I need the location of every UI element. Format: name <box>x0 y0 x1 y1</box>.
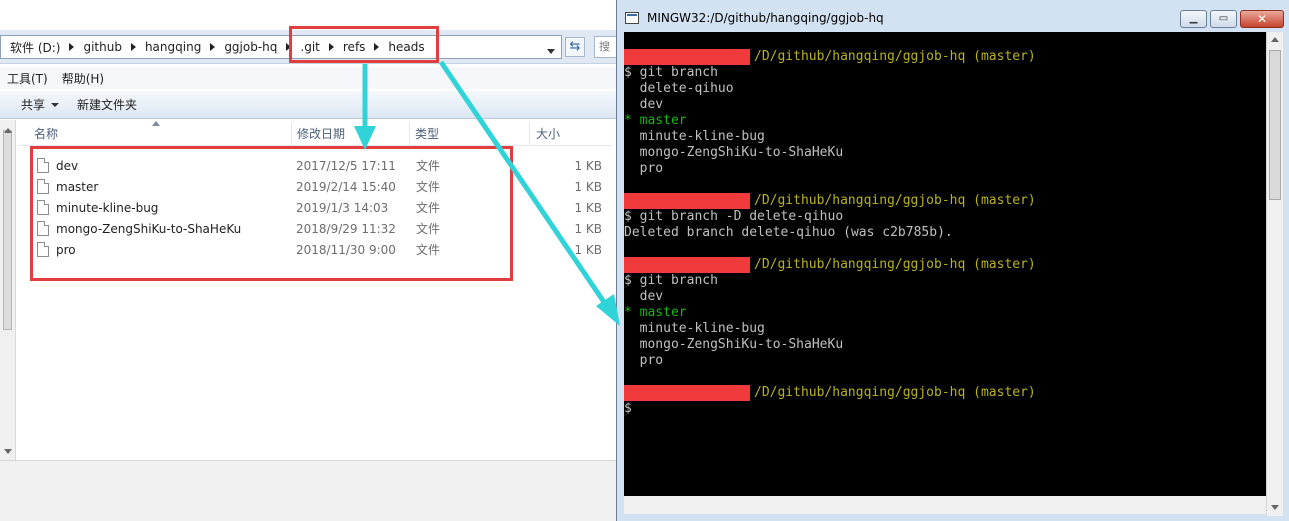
maximize-icon: ▭ <box>1218 13 1229 24</box>
details-pane <box>0 449 616 521</box>
scrollbar-thumb[interactable] <box>3 130 12 330</box>
address-bar[interactable]: 软件 (D:) github hangqing ggjob-hq .git re… <box>0 35 562 59</box>
file-size: 1 KB <box>574 179 602 194</box>
breadcrumb-separator-icon[interactable] <box>210 43 216 51</box>
scroll-up-icon[interactable] <box>4 128 12 133</box>
scroll-up-icon[interactable] <box>1271 37 1279 42</box>
redacted-username <box>624 385 750 401</box>
breadcrumb-ggjob-hq[interactable]: ggjob-hq <box>219 40 282 54</box>
highlight-box-files <box>30 146 513 281</box>
prompt-path: /D/github/hangqing/ggjob-hq (master) <box>754 193 1036 208</box>
navigation-pane-scrollbar[interactable] <box>0 120 16 460</box>
command-line: $ git branch -D delete-qihuo <box>624 209 844 224</box>
column-name-label: 名称 <box>34 127 59 141</box>
branch-line: pro <box>624 353 664 368</box>
column-header-row: 名称 修改日期 类型 大小 <box>18 121 612 146</box>
branch-line: mongo-ZengShiKu-to-ShaHeKu <box>624 337 844 352</box>
file-size: 1 KB <box>574 221 602 236</box>
prompt-path: /D/github/hangqing/ggjob-hq (master) <box>754 385 1036 400</box>
prompt-path: /D/github/hangqing/ggjob-hq (master) <box>754 257 1036 272</box>
file-size: 1 KB <box>574 158 602 173</box>
refresh-icon: ⇆ <box>569 39 581 54</box>
breadcrumb-hangqing[interactable]: hangqing <box>140 40 206 54</box>
prompt-path: /D/github/hangqing/ggjob-hq (master) <box>754 49 1036 64</box>
prompt-line: /D/github/hangqing/ggjob-hq (master) <box>624 193 1266 209</box>
window-controls: ▁ ▭ ✕ <box>1180 10 1284 28</box>
highlight-box-address <box>289 26 439 63</box>
redacted-username <box>624 257 750 273</box>
file-size: 1 KB <box>574 200 602 215</box>
sort-ascending-icon <box>152 121 160 126</box>
scrollbar-thumb[interactable] <box>1269 50 1281 200</box>
redacted-username <box>624 193 750 209</box>
menu-tools[interactable]: 工具(T) <box>0 70 55 87</box>
breadcrumb-separator-icon[interactable] <box>69 43 75 51</box>
terminal-window: MINGW32:/D/github/hangqing/ggjob-hq ▁ ▭ … <box>616 0 1289 521</box>
column-type-header[interactable]: 类型 <box>410 122 530 145</box>
terminal-title-bar[interactable]: MINGW32:/D/github/hangqing/ggjob-hq ▁ ▭ … <box>617 5 1289 31</box>
breadcrumb-github[interactable]: github <box>78 40 126 54</box>
terminal-app-icon <box>625 12 639 24</box>
breadcrumb-separator-icon[interactable] <box>130 43 136 51</box>
terminal-console[interactable]: /D/github/hangqing/ggjob-hq (master) $ g… <box>624 32 1266 496</box>
menu-help[interactable]: 帮助(H) <box>55 70 111 87</box>
column-name-header[interactable]: 名称 <box>18 121 292 145</box>
prompt-line: /D/github/hangqing/ggjob-hq (master) <box>624 257 1266 273</box>
address-dropdown-icon[interactable] <box>547 49 555 54</box>
redacted-username <box>624 49 750 65</box>
scroll-down-icon[interactable] <box>1271 505 1279 510</box>
output-line: Deleted branch delete-qihuo (was c2b785b… <box>624 225 953 240</box>
file-size: 1 KB <box>574 242 602 257</box>
branch-line: minute-kline-bug <box>624 129 765 144</box>
current-branch-line: * master <box>624 113 687 128</box>
maximize-button[interactable]: ▭ <box>1210 10 1237 28</box>
minimize-button[interactable]: ▁ <box>1180 10 1207 28</box>
breadcrumb-drive[interactable]: 软件 (D:) <box>5 39 65 56</box>
share-label: 共享 <box>21 98 46 112</box>
branch-line: minute-kline-bug <box>624 321 765 336</box>
terminal-scrollbar[interactable] <box>1266 32 1283 516</box>
chevron-down-icon <box>51 102 60 107</box>
refresh-button[interactable]: ⇆ <box>565 37 585 57</box>
terminal-title: MINGW32:/D/github/hangqing/ggjob-hq <box>647 11 884 25</box>
input-prompt[interactable]: $ <box>624 401 1266 417</box>
column-size-header[interactable]: 大小 <box>530 122 612 145</box>
command-line: $ git branch <box>624 65 718 80</box>
prompt-line: /D/github/hangqing/ggjob-hq (master) <box>624 385 1266 401</box>
close-button[interactable]: ✕ <box>1240 10 1284 28</box>
minimize-icon: ▁ <box>1189 13 1198 24</box>
new-folder-button[interactable]: 新建文件夹 <box>68 96 146 113</box>
file-explorer-window: 软件 (D:) github hangqing ggjob-hq .git re… <box>0 0 624 521</box>
branch-line: dev <box>624 97 664 112</box>
branch-line: mongo-ZengShiKu-to-ShaHeKu <box>624 145 844 160</box>
command-toolbar: 共享 新建文件夹 <box>0 91 616 119</box>
branch-line: delete-qihuo <box>624 81 734 96</box>
command-line: $ git branch <box>624 273 718 288</box>
branch-line: dev <box>624 289 664 304</box>
scroll-down-icon[interactable] <box>4 449 12 454</box>
branch-line: pro <box>624 161 664 176</box>
share-button[interactable]: 共享 <box>12 96 68 113</box>
menu-bar: 工具(T) 帮助(H) <box>0 67 616 89</box>
close-icon: ✕ <box>1256 12 1268 26</box>
column-date-header[interactable]: 修改日期 <box>292 122 410 145</box>
prompt-line: /D/github/hangqing/ggjob-hq (master) <box>624 49 1266 65</box>
terminal-bottom-border <box>624 496 1266 514</box>
current-branch-line: * master <box>624 305 687 320</box>
